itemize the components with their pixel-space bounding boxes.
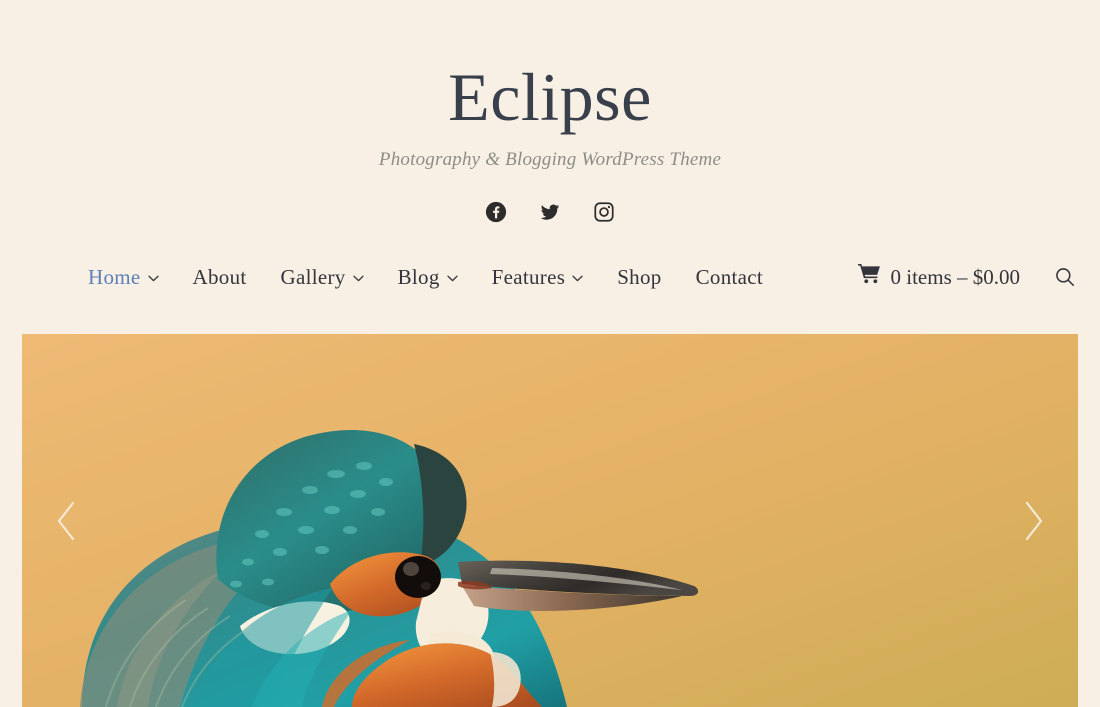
nav-item-gallery[interactable]: Gallery — [281, 265, 364, 290]
chevron-down-icon[interactable] — [352, 275, 364, 282]
nav-item-contact[interactable]: Contact — [696, 265, 763, 290]
hero-slider — [22, 334, 1078, 707]
facebook-icon[interactable] — [484, 200, 508, 224]
site-title[interactable]: Eclipse — [0, 61, 1100, 133]
nav-item-shop[interactable]: Shop — [617, 265, 661, 290]
nav-item-blog[interactable]: Blog — [398, 265, 458, 290]
nav-item-label: Contact — [695, 264, 764, 289]
chevron-right-icon — [1025, 501, 1043, 540]
search-icon[interactable] — [1052, 264, 1078, 290]
nav-item-label: About — [192, 264, 247, 289]
page-root: Eclipse Photography & Blogging WordPress… — [0, 0, 1100, 707]
chevron-down-icon[interactable] — [147, 275, 159, 282]
nav-item-features[interactable]: Features — [492, 265, 584, 290]
chevron-down-icon[interactable] — [447, 275, 458, 282]
site-header: Eclipse Photography & Blogging WordPress… — [0, 0, 1100, 225]
social-links — [0, 199, 1100, 225]
cart-link[interactable]: 0 items – $0.00 — [857, 264, 1021, 290]
nav-item-label: Shop — [617, 264, 662, 289]
chevron-down-icon[interactable] — [572, 275, 583, 282]
cart-total-text: 0 items – $0.00 — [890, 264, 1021, 289]
primary-navigation: Home About Gallery Blog Features Shop Co… — [0, 251, 1100, 303]
nav-utilities: 0 items – $0.00 — [857, 264, 1079, 290]
shopping-cart-icon — [857, 264, 880, 290]
nav-item-home[interactable]: Home — [88, 265, 159, 290]
nav-item-label: Home — [88, 264, 141, 289]
nav-menu: Home About Gallery Blog Features Shop Co… — [88, 265, 797, 290]
nav-item-label: Gallery — [280, 264, 346, 289]
nav-item-label: Features — [491, 264, 566, 289]
twitter-icon[interactable] — [538, 200, 562, 224]
nav-item-about[interactable]: About — [193, 265, 247, 290]
hero-slide-image[interactable] — [22, 334, 1078, 707]
instagram-icon[interactable] — [592, 200, 616, 224]
site-tagline: Photography & Blogging WordPress Theme — [378, 149, 722, 171]
chevron-left-icon — [57, 501, 75, 540]
kingfisher-illustration — [22, 334, 1078, 707]
slider-next-button[interactable] — [1012, 493, 1056, 549]
slider-prev-button[interactable] — [44, 493, 88, 549]
nav-item-label: Blog — [397, 264, 440, 289]
